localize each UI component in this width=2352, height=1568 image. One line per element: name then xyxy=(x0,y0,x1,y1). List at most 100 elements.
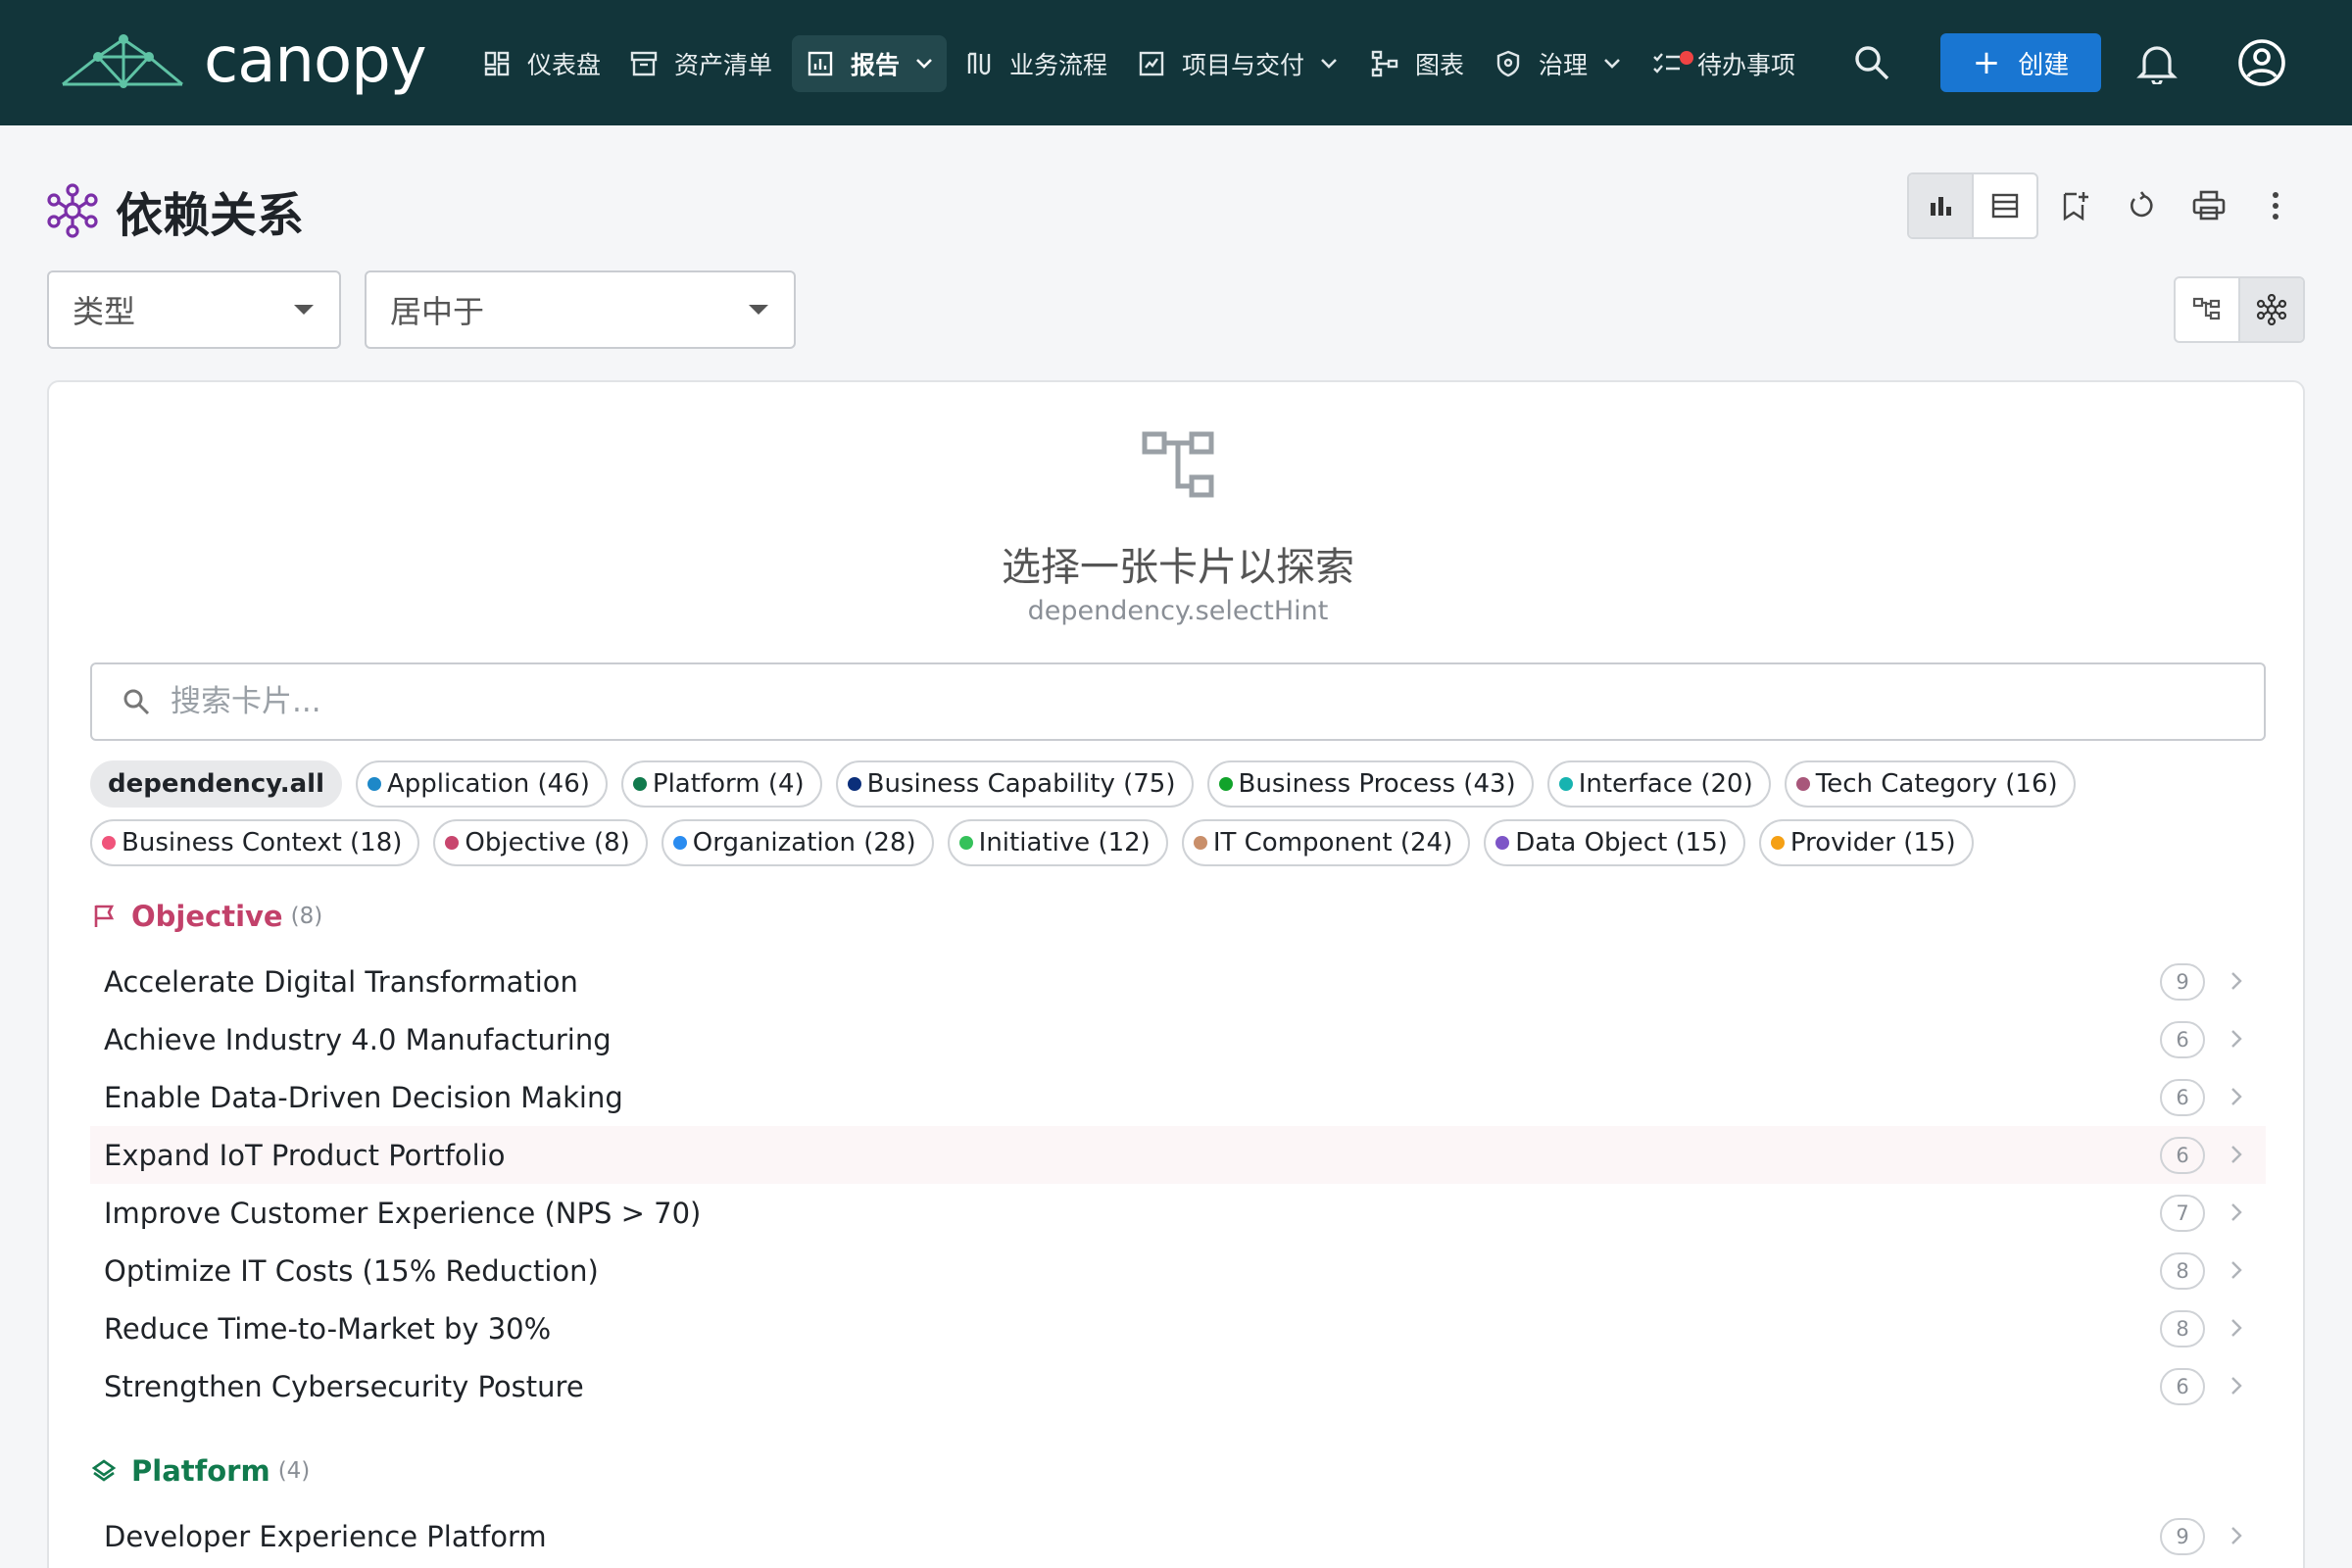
search-icon[interactable] xyxy=(1852,43,1891,82)
dependency-card: 选择一张卡片以探索 dependency.selectHint dependen… xyxy=(47,380,2305,1568)
table-view-button[interactable] xyxy=(1972,174,2036,237)
tree-layout-button[interactable] xyxy=(2176,278,2238,341)
print-icon[interactable] xyxy=(2189,186,2229,225)
chevron-right-icon xyxy=(2225,1085,2248,1108)
platform-list: Developer Experience Platform 9 xyxy=(90,1507,2266,1565)
type-filter-chip[interactable]: IT Component (24) xyxy=(1181,819,1471,866)
nav-item-business-process[interactable]: 业务流程 xyxy=(951,35,1121,92)
card-list-item[interactable]: Accelerate Digital Transformation 9 xyxy=(90,953,2266,1010)
nav-item-inventory[interactable]: 资产清单 xyxy=(615,35,786,92)
nav-label: 业务流程 xyxy=(1009,51,1108,79)
type-filter-chip[interactable]: Business Context (18) xyxy=(90,819,420,866)
card-name: Improve Customer Experience (NPS > 70) xyxy=(104,1196,702,1230)
color-dot xyxy=(1193,836,1207,850)
relation-count-badge: 6 xyxy=(2160,1137,2205,1174)
chip-label: Initiative (12) xyxy=(978,828,1151,858)
type-filter-chip[interactable]: Application (46) xyxy=(355,760,608,808)
center-on-select[interactable]: 居中于 xyxy=(365,270,796,349)
chevron-right-icon xyxy=(2225,1027,2248,1051)
type-filter-chip[interactable]: Objective (8) xyxy=(433,819,648,866)
network-icon xyxy=(2256,294,2287,325)
nav-item-dashboard[interactable]: 仪表盘 xyxy=(468,35,614,92)
relation-count-badge: 9 xyxy=(2160,1518,2205,1555)
type-filter-chip[interactable]: Organization (28) xyxy=(661,819,934,866)
create-label: 创建 xyxy=(2018,50,2070,80)
type-filter-chip[interactable]: Business Process (43) xyxy=(1206,760,1534,808)
chip-label: Business Context (18) xyxy=(122,828,403,858)
top-navbar: canopy 仪表盘 资产清单 报告 业务流程 项目与交付 图表 治理 待办事项… xyxy=(0,0,2352,125)
relation-count-badge: 7 xyxy=(2160,1195,2205,1232)
type-filter-chip[interactable]: Tech Category (16) xyxy=(1784,760,2076,808)
color-dot xyxy=(1795,777,1810,791)
nav-item-diagrams[interactable]: 图表 xyxy=(1356,35,1478,92)
chevron-right-icon xyxy=(2225,1200,2248,1224)
process-icon xyxy=(964,49,994,78)
create-button[interactable]: + 创建 xyxy=(1940,33,2101,92)
type-filter-chip[interactable]: Business Capability (75) xyxy=(835,760,1194,808)
view-mode-toggle xyxy=(1907,172,2038,239)
card-list-item[interactable]: Developer Experience Platform 9 xyxy=(90,1507,2266,1565)
nav-item-reports[interactable]: 报告 xyxy=(792,35,948,92)
card-search-input[interactable] xyxy=(171,684,2131,719)
chip-all[interactable]: dependency.all xyxy=(90,760,342,808)
type-filter-chip[interactable]: Interface (20) xyxy=(1546,760,1771,808)
chart-view-button[interactable] xyxy=(1909,174,1972,237)
nav-label: 项目与交付 xyxy=(1182,51,1305,79)
nav-label: 资产清单 xyxy=(674,51,773,79)
type-select[interactable]: 类型 xyxy=(47,270,341,349)
page-title: 依赖关系 xyxy=(116,188,305,243)
card-list-item[interactable]: Expand IoT Product Portfolio 6 xyxy=(90,1126,2266,1184)
card-list-item[interactable]: Reduce Time-to-Market by 30% 8 xyxy=(90,1299,2266,1357)
chevron-down-icon xyxy=(1320,58,1338,70)
chevron-right-icon xyxy=(2225,1524,2248,1547)
type-filter-chip[interactable]: Platform (4) xyxy=(620,760,822,808)
color-dot xyxy=(1495,836,1510,850)
nav-item-projects[interactable]: 项目与交付 xyxy=(1123,35,1351,92)
empty-state-hint: dependency.selectHint xyxy=(1027,596,1329,626)
card-list-item[interactable]: Improve Customer Experience (NPS > 70) 7 xyxy=(90,1184,2266,1242)
relation-count-badge: 6 xyxy=(2160,1368,2205,1405)
app-logo[interactable]: canopy xyxy=(59,29,427,92)
chip-label: Organization (28) xyxy=(692,828,916,858)
flag-icon xyxy=(90,903,118,930)
chip-label: Interface (20) xyxy=(1578,769,1753,799)
nav-label: 治理 xyxy=(1539,51,1589,79)
card-list-item[interactable]: Enable Data-Driven Decision Making 6 xyxy=(90,1068,2266,1126)
more-vert-icon[interactable] xyxy=(2256,186,2295,225)
nav-label: 图表 xyxy=(1415,51,1465,79)
chevron-down-icon xyxy=(1603,58,1621,70)
chevron-right-icon xyxy=(2225,1316,2248,1340)
bookmark-add-icon[interactable] xyxy=(2056,186,2095,225)
chip-label: IT Component (24) xyxy=(1212,828,1453,858)
archive-icon xyxy=(629,49,659,78)
color-dot xyxy=(367,777,381,791)
card-search-box[interactable] xyxy=(90,662,2266,741)
relation-count-badge: 6 xyxy=(2160,1079,2205,1116)
type-filter-chip[interactable]: Data Object (15) xyxy=(1484,819,1745,866)
account-icon[interactable] xyxy=(2236,37,2287,88)
nav-label: 仪表盘 xyxy=(527,51,602,79)
chip-label: Platform (4) xyxy=(652,769,805,799)
card-name: Optimize IT Costs (15% Reduction) xyxy=(104,1253,599,1288)
reset-icon[interactable] xyxy=(2121,186,2160,225)
card-list-item[interactable]: Achieve Industry 4.0 Manufacturing 6 xyxy=(90,1010,2266,1068)
center-on-placeholder: 居中于 xyxy=(390,293,485,330)
network-layout-button[interactable] xyxy=(2238,278,2303,341)
card-list-item[interactable]: Strengthen Cybersecurity Posture 6 xyxy=(90,1357,2266,1415)
type-filter-chip[interactable]: Provider (15) xyxy=(1758,819,1974,866)
search-icon xyxy=(122,687,151,716)
type-filter-chip[interactable]: Initiative (12) xyxy=(947,819,1168,866)
report-icon xyxy=(806,49,835,78)
color-dot xyxy=(632,777,647,791)
card-list-item[interactable]: Optimize IT Costs (15% Reduction) 8 xyxy=(90,1242,2266,1299)
relation-count-badge: 8 xyxy=(2160,1310,2205,1348)
nav-item-governance[interactable]: 治理 xyxy=(1480,35,1635,92)
color-dot xyxy=(102,836,116,850)
nav-item-todos[interactable]: 待办事项 xyxy=(1639,35,1809,92)
bell-icon[interactable] xyxy=(2136,41,2178,84)
layout-toggle xyxy=(2174,276,2305,343)
canopy-logo-icon xyxy=(59,33,186,88)
nav-label: 待办事项 xyxy=(1697,51,1796,79)
chevron-right-icon xyxy=(2225,1143,2248,1166)
dashboard-icon xyxy=(482,49,512,78)
